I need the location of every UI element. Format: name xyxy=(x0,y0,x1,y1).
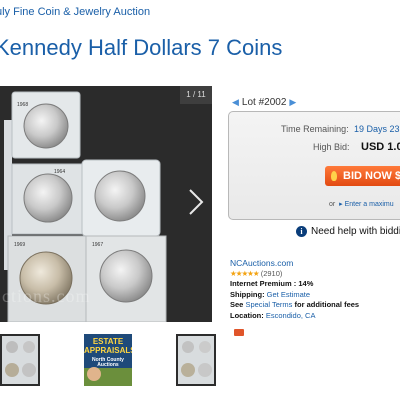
flag-icon[interactable] xyxy=(234,329,244,336)
shipping-row: Shipping: Get Estimate xyxy=(230,290,359,301)
bid-now-button[interactable]: BID NOW $ xyxy=(325,166,400,186)
time-remaining-value: 19 Days 23 xyxy=(354,124,400,134)
enter-max-bid-link[interactable]: Enter a maximu xyxy=(345,201,394,208)
photo-counter: 1 / 11 xyxy=(180,86,212,104)
shipping-label: Shipping: xyxy=(230,289,265,299)
previous-lot-arrow-icon[interactable]: ◀ xyxy=(232,97,239,108)
thumbnail-3[interactable] xyxy=(176,334,216,386)
photo-viewer[interactable]: 1968 1964 1969 1967 1 / 11 ctions.com xyxy=(0,86,212,322)
bid-now-label: BID NOW $ xyxy=(343,170,400,182)
lot-title: Kennedy Half Dollars 7 Coins xyxy=(0,35,283,60)
coin-label-1968: 1968 xyxy=(17,102,28,108)
flame-icon xyxy=(331,171,337,181)
thumbnail-text-estate: ESTATE xyxy=(92,337,124,346)
terms-row: See Special Terms for additional fees xyxy=(230,300,359,311)
shipping-estimate-link[interactable]: Get Estimate xyxy=(267,290,310,299)
rating-count[interactable]: (2910) xyxy=(261,269,283,278)
location-link[interactable]: Escondido, CA xyxy=(266,311,316,320)
seller-name-link[interactable]: NCAuctions.com xyxy=(230,258,359,269)
info-icon: i xyxy=(296,226,307,237)
thumbnail-text-nca: North County Auctions xyxy=(92,357,124,368)
bidding-help-text: Need help with biddin xyxy=(311,226,400,237)
coin-label-1969: 1969 xyxy=(14,242,25,248)
max-bid-row: or ▸ Enter a maximu xyxy=(329,200,394,208)
see-text: See xyxy=(230,300,244,310)
seller-info: NCAuctions.com ★★★★★ (2910) Internet Pre… xyxy=(230,258,359,322)
coin-label-1967: 1967 xyxy=(92,242,103,248)
premium-row: Internet Premium : 14% xyxy=(230,279,359,290)
watermark: ctions.com xyxy=(2,286,91,306)
thumbnail-1[interactable] xyxy=(0,334,40,386)
location-label: Location: xyxy=(230,310,264,320)
premium-value: 14% xyxy=(298,279,314,289)
bidding-help[interactable]: i Need help with biddin xyxy=(296,226,400,237)
seller-rating-row: ★★★★★ (2910) xyxy=(230,269,359,280)
special-terms-link[interactable]: Special Terms xyxy=(245,300,292,309)
lot-navigation: ◀ Lot #2002 ▶ xyxy=(232,97,296,108)
lot-number: Lot #2002 xyxy=(241,97,287,108)
thumbnail-text-appraisals: APPRAISALS xyxy=(84,346,132,355)
high-bid-value: USD 1.0 xyxy=(361,141,400,153)
rating-stars-icon: ★★★★★ xyxy=(230,268,260,278)
location-row: Location: Escondido, CA xyxy=(230,311,359,322)
lot-page: uly Fine Coin & Jewelry Auction Kennedy … xyxy=(0,0,400,400)
coin-label-1964: 1964 xyxy=(54,169,65,175)
premium-label: Internet Premium : xyxy=(230,279,297,289)
high-bid-label: High Bid: xyxy=(313,142,350,152)
arrow-right-icon: ▸ xyxy=(337,201,343,208)
bid-box: Time Remaining: 19 Days 23 High Bid: USD… xyxy=(228,111,400,220)
fees-text: for additional fees xyxy=(294,300,360,310)
next-lot-arrow-icon[interactable]: ▶ xyxy=(289,97,296,108)
auction-link[interactable]: uly Fine Coin & Jewelry Auction xyxy=(0,6,150,18)
next-photo-arrow-icon[interactable] xyxy=(184,182,208,222)
or-text: or xyxy=(329,201,336,208)
time-remaining-label: Time Remaining: xyxy=(281,124,349,134)
thumbnail-appraisals[interactable]: ESTATE APPRAISALS North County Auctions xyxy=(84,334,132,386)
